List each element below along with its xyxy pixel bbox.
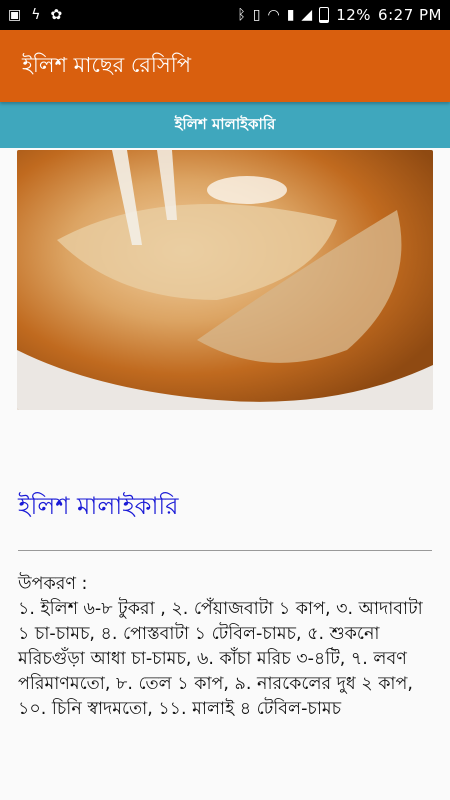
ingredients-section: উপকরণ : ১. ইলিশ ৬-৮ টুকরা , ২. পেঁয়াজবা… [18, 572, 434, 722]
image-icon: ▣ [8, 7, 22, 23]
battery-percent: 12% [336, 6, 372, 24]
clock: 6:27 PM [378, 6, 442, 24]
divider [18, 550, 432, 551]
settings-icon: ✿ [50, 7, 63, 23]
flash-icon: ϟ [31, 7, 41, 23]
recipe-header-bar: ইলিশ মালাইকারি [0, 102, 450, 148]
recipe-image [17, 150, 433, 410]
sim1-icon: ▮ [286, 7, 295, 23]
signal-icon: ◢ [301, 7, 313, 23]
recipe-photo-illustration [17, 150, 433, 410]
recipe-header-title: ইলিশ মালাইকারি [174, 114, 276, 133]
wifi-icon: ◠ [267, 7, 280, 23]
ingredients-label: উপকরণ : [18, 574, 88, 594]
app-title: ইলিশ মাছের রেসিপি [22, 52, 192, 77]
app-bar: ইলিশ মাছের রেসিপি [0, 30, 450, 102]
status-left: ▣ ϟ ✿ [8, 8, 62, 22]
status-bar: ▣ ϟ ✿ ᛒ ▯ ◠ ▮ ◢ 12% 6:27 PM [0, 0, 450, 30]
ingredients-text: ১. ইলিশ ৬-৮ টুকরা , ২. পেঁয়াজবাটা ১ কাপ… [18, 599, 423, 719]
recipe-title: ইলিশ মালাইকারি [18, 492, 179, 520]
vibrate-icon: ▯ [252, 7, 261, 23]
battery-icon [319, 7, 330, 23]
bluetooth-icon: ᛒ [237, 7, 246, 23]
status-right: ᛒ ▯ ◠ ▮ ◢ 12% 6:27 PM [237, 6, 442, 24]
